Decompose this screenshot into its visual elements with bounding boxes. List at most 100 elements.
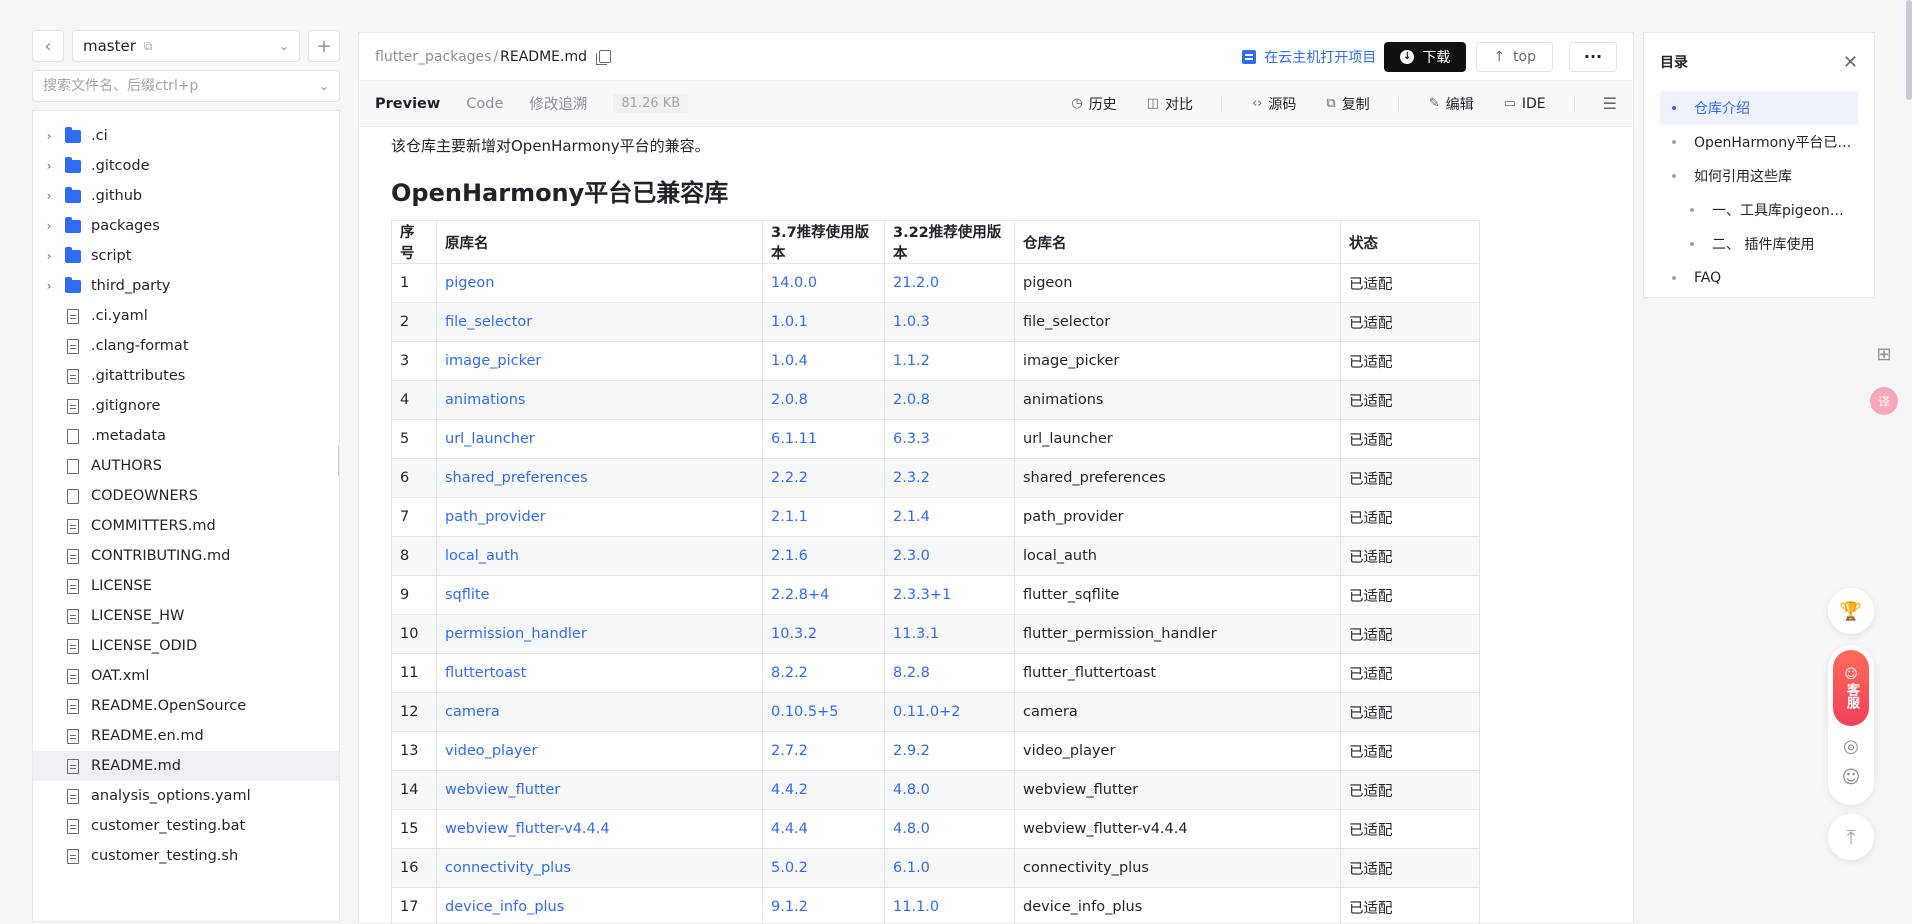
tree-folder[interactable]: › .gitcode <box>33 151 339 181</box>
tree-file[interactable]: LICENSE <box>33 571 339 601</box>
table-link-cell[interactable]: 4.4.4 <box>762 809 885 849</box>
source-button[interactable]: ‹› 源码 <box>1252 94 1296 114</box>
table-link-cell[interactable]: 4.8.0 <box>884 809 1015 849</box>
tree-file[interactable]: .gitignore <box>33 391 339 421</box>
chevron-right-icon[interactable]: › <box>41 129 57 143</box>
outline-list-icon[interactable]: ☰ <box>1603 94 1617 113</box>
copy-button[interactable]: ⧉ 复制 <box>1326 94 1369 114</box>
tree-file[interactable]: LICENSE_ODID <box>33 631 339 661</box>
download-button[interactable]: ↓ 下载 <box>1384 41 1467 72</box>
breadcrumb-repo[interactable]: flutter_packages <box>375 49 491 65</box>
compare-button[interactable]: ◫ 对比 <box>1147 94 1193 114</box>
history-button[interactable]: ◷ 历史 <box>1071 94 1116 114</box>
toc-item[interactable]: 二、 插件库使用 <box>1660 227 1858 261</box>
tree-file[interactable]: customer_testing.bat <box>33 811 339 841</box>
more-button[interactable]: ··· <box>1569 41 1617 72</box>
copy-path-icon[interactable] <box>596 50 611 65</box>
chevron-right-icon[interactable]: › <box>41 279 57 293</box>
table-link-cell[interactable]: 2.2.2 <box>762 458 885 498</box>
tree-folder[interactable]: › script <box>33 241 339 271</box>
table-link-cell[interactable]: 8.2.8 <box>884 653 1015 693</box>
table-link-cell[interactable]: 6.1.0 <box>884 848 1015 888</box>
tree-file[interactable]: .ci.yaml <box>33 301 339 331</box>
table-link-cell[interactable]: webview_flutter-v4.4.4 <box>436 809 763 849</box>
table-link-cell[interactable]: connectivity_plus <box>436 848 763 888</box>
table-link-cell[interactable]: 21.2.0 <box>884 263 1015 303</box>
toc-item[interactable]: 仓库介绍 <box>1660 91 1858 125</box>
table-link-cell[interactable]: 2.0.8 <box>762 380 885 420</box>
table-link-cell[interactable]: 2.3.0 <box>884 536 1015 576</box>
table-link-cell[interactable]: 10.3.2 <box>762 614 885 654</box>
table-link-cell[interactable]: 2.3.2 <box>884 458 1015 498</box>
table-link-cell[interactable]: 1.0.1 <box>762 302 885 342</box>
award-float[interactable]: 🏆 <box>1828 588 1874 634</box>
table-link-cell[interactable]: camera <box>436 692 763 732</box>
table-link-cell[interactable]: image_picker <box>436 341 763 381</box>
table-link-cell[interactable]: path_provider <box>436 497 763 537</box>
table-link-cell[interactable]: 1.0.4 <box>762 341 885 381</box>
table-link-cell[interactable]: 11.1.0 <box>884 887 1015 924</box>
tree-scrollbar[interactable] <box>338 446 339 476</box>
tree-folder[interactable]: › .github <box>33 181 339 211</box>
table-link-cell[interactable]: 4.8.0 <box>884 770 1015 810</box>
table-link-cell[interactable]: local_auth <box>436 536 763 576</box>
open-in-cloud-link[interactable]: 在云主机打开项目 <box>1242 47 1376 67</box>
file-search-input[interactable] <box>43 78 319 94</box>
table-link-cell[interactable]: file_selector <box>436 302 763 342</box>
table-link-cell[interactable]: 8.2.2 <box>762 653 885 693</box>
tree-file[interactable]: .metadata <box>33 421 339 451</box>
table-link-cell[interactable]: device_info_plus <box>436 887 763 924</box>
tree-file[interactable]: CODEOWNERS <box>33 481 339 511</box>
table-link-cell[interactable]: 9.1.2 <box>762 887 885 924</box>
tree-file[interactable]: README.en.md <box>33 721 339 751</box>
tab-blame[interactable]: 修改追溯 <box>529 93 587 114</box>
tree-file[interactable]: OAT.xml <box>33 661 339 691</box>
table-link-cell[interactable]: 2.1.1 <box>762 497 885 537</box>
chevron-down-icon[interactable]: ⌄ <box>319 79 329 93</box>
table-link-cell[interactable]: 6.3.3 <box>884 419 1015 459</box>
tree-file[interactable]: README.md <box>33 751 339 781</box>
ide-button[interactable]: ▭ IDE <box>1504 96 1546 112</box>
chevron-right-icon[interactable]: › <box>41 159 57 173</box>
table-link-cell[interactable]: permission_handler <box>436 614 763 654</box>
table-link-cell[interactable]: 0.10.5+5 <box>762 692 885 732</box>
toc-item[interactable]: 一、工具库pigeon… <box>1660 193 1858 227</box>
table-link-cell[interactable]: video_player <box>436 731 763 771</box>
tree-file[interactable]: README.OpenSource <box>33 691 339 721</box>
edit-button[interactable]: ✎ 编辑 <box>1429 94 1474 114</box>
tree-file[interactable]: COMMITTERS.md <box>33 511 339 541</box>
table-link-cell[interactable]: 4.4.2 <box>762 770 885 810</box>
feedback-icon[interactable]: ◎ <box>1843 736 1859 757</box>
table-link-cell[interactable]: sqflite <box>436 575 763 615</box>
table-link-cell[interactable]: 6.1.11 <box>762 419 885 459</box>
tree-file[interactable]: analysis_options.yaml <box>33 781 339 811</box>
table-link-cell[interactable]: 11.3.1 <box>884 614 1015 654</box>
page-scrollbar[interactable] <box>1906 0 1912 100</box>
copy-icon[interactable]: ⧉ <box>144 39 153 54</box>
back-button[interactable]: ‹ <box>32 30 64 62</box>
top-button[interactable]: ↑ top <box>1476 41 1553 72</box>
back-to-top-float[interactable]: ⤒ <box>1828 814 1874 860</box>
toc-item[interactable]: OpenHarmony平台已… <box>1660 125 1858 159</box>
table-link-cell[interactable]: url_launcher <box>436 419 763 459</box>
tree-file[interactable]: CONTRIBUTING.md <box>33 541 339 571</box>
tree-folder[interactable]: › packages <box>33 211 339 241</box>
table-link-cell[interactable]: 2.9.2 <box>884 731 1015 771</box>
chevron-right-icon[interactable]: › <box>41 189 57 203</box>
tree-file[interactable]: customer_testing.sh <box>33 841 339 871</box>
chevron-right-icon[interactable]: › <box>41 219 57 233</box>
customer-service-button[interactable]: ☺ 客服 <box>1833 650 1869 726</box>
table-link-cell[interactable]: 1.0.3 <box>884 302 1015 342</box>
file-search[interactable]: ⌄ <box>32 70 340 102</box>
apps-icon[interactable]: ⊞ <box>1872 342 1896 366</box>
tree-file[interactable]: LICENSE_HW <box>33 601 339 631</box>
table-link-cell[interactable]: 2.1.4 <box>884 497 1015 537</box>
table-link-cell[interactable]: webview_flutter <box>436 770 763 810</box>
tree-file[interactable]: AUTHORS <box>33 451 339 481</box>
table-link-cell[interactable]: 2.3.3+1 <box>884 575 1015 615</box>
tree-folder[interactable]: › .ci <box>33 121 339 151</box>
close-icon[interactable]: ✕ <box>1843 52 1858 73</box>
translate-icon[interactable]: 译 <box>1870 387 1898 415</box>
table-link-cell[interactable]: 14.0.0 <box>762 263 885 303</box>
add-button[interactable]: + <box>308 30 340 62</box>
